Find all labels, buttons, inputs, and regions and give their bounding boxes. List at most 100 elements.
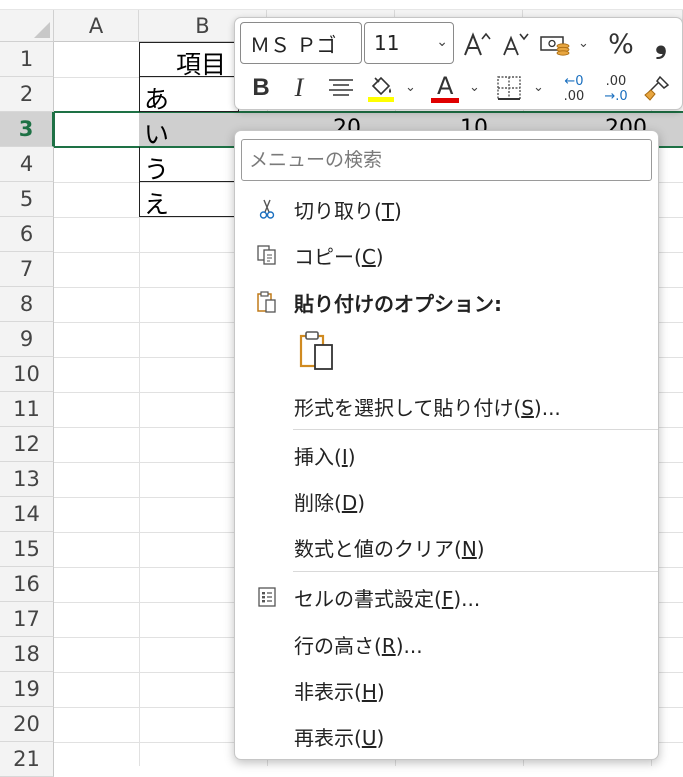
menu-item-insert-label: 挿入(I)	[294, 444, 356, 469]
row-header-label: 7	[19, 257, 34, 281]
accounting-format-button[interactable]	[537, 26, 573, 62]
increase-decimal-button[interactable]: ←0 .00	[555, 70, 593, 108]
row-header[interactable]: 18	[0, 637, 54, 672]
row-header-label: 15	[13, 537, 40, 561]
fill-color-button[interactable]	[363, 70, 399, 106]
row-header[interactable]: 10	[0, 357, 54, 392]
row-header-label: 16	[13, 572, 40, 596]
row-header[interactable]: 15	[0, 532, 54, 567]
chevron-down-icon[interactable]: ⌄	[469, 80, 480, 95]
font-name-combo[interactable]: ＭＳ Ｐゴ	[240, 22, 362, 64]
row-header[interactable]: 13	[0, 462, 54, 497]
row-header-label: 20	[13, 712, 40, 736]
font-size-combo[interactable]: 11 ⌄	[364, 22, 454, 64]
row-header[interactable]: 4	[0, 147, 54, 182]
menu-item-copy[interactable]: コピー(C)	[235, 233, 658, 277]
borders-button[interactable]	[491, 70, 527, 106]
menu-separator	[293, 429, 658, 430]
chevron-down-icon[interactable]: ⌄	[578, 36, 589, 51]
row-header[interactable]: 17	[0, 602, 54, 637]
font-name-value: ＭＳ Ｐゴ	[250, 32, 337, 57]
context-menu: 切り取り(T) コピー(C) 貼り付けのオプション: 形式を選択して貼り付け(S…	[234, 130, 659, 760]
increase-font-size-icon	[464, 32, 491, 56]
clipboard-icon	[299, 331, 333, 370]
menu-item-clear-contents[interactable]: 数式と値のクリア(N)	[235, 525, 658, 569]
row-header-label: 14	[13, 502, 40, 526]
italic-button[interactable]: I	[283, 70, 315, 106]
menu-item-cut[interactable]: 切り取り(T)	[235, 187, 658, 231]
row-header[interactable]: 14	[0, 497, 54, 532]
row-header[interactable]: 19	[0, 672, 54, 707]
font-size-value: 11	[374, 31, 400, 55]
font-color-button[interactable]: A	[427, 70, 463, 106]
center-align-icon	[329, 79, 353, 96]
cell-b1-value: 項目	[176, 50, 227, 79]
comma-style-icon: ❟	[655, 24, 667, 60]
decrease-font-size-icon	[503, 33, 529, 56]
paste-option-button[interactable]	[297, 329, 339, 375]
chevron-down-icon[interactable]: ⌄	[533, 80, 544, 95]
menu-item-delete[interactable]: 削除(D)	[235, 479, 658, 523]
row-header-label: 17	[13, 607, 40, 631]
decrease-font-size-button[interactable]	[499, 26, 531, 62]
row-header-label: 18	[13, 642, 40, 666]
menu-item-row-height[interactable]: 行の高さ(R)...	[235, 622, 658, 666]
menu-item-format-cells[interactable]: セルの書式設定(F)...	[235, 575, 658, 619]
row-header-label: 12	[13, 432, 40, 456]
row-header-label: 10	[13, 362, 40, 386]
column-header-a[interactable]: A	[54, 10, 139, 42]
row-header-label: 21	[13, 747, 40, 771]
menu-item-copy-label: コピー(C)	[294, 244, 384, 269]
menu-item-hide-label: 非表示(H)	[294, 679, 385, 704]
row-header[interactable]: 2	[0, 77, 54, 112]
row-header[interactable]: 12	[0, 427, 54, 462]
row-header-label: 4	[19, 152, 34, 176]
cell-b2-value: あ	[144, 85, 170, 114]
chevron-down-icon: ⌄	[436, 34, 448, 50]
row-header[interactable]: 9	[0, 322, 54, 357]
bold-button[interactable]: B	[245, 70, 277, 106]
menu-item-format-cells-label: セルの書式設定(F)...	[294, 586, 481, 611]
center-align-button[interactable]	[323, 70, 359, 106]
font-color-icon: A	[430, 72, 460, 104]
font-color-letter: A	[437, 72, 454, 100]
paste-icon	[257, 291, 276, 313]
row-header[interactable]: 1	[0, 42, 54, 77]
row-header[interactable]: 5	[0, 182, 54, 217]
row-header-label: 6	[19, 222, 34, 246]
menu-search-input[interactable]	[241, 139, 652, 181]
menu-item-delete-label: 削除(D)	[294, 490, 366, 515]
increase-font-size-button[interactable]	[461, 26, 493, 62]
menu-item-hide[interactable]: 非表示(H)	[235, 668, 658, 712]
chevron-down-icon[interactable]: ⌄	[405, 80, 416, 95]
percent-style-button[interactable]: %	[603, 26, 639, 62]
format-painter-button[interactable]	[639, 70, 675, 106]
decrease-decimal-icon: .00	[605, 74, 627, 89]
menu-item-clear-contents-label: 数式と値のクリア(N)	[294, 536, 485, 561]
row-header-label: 13	[13, 467, 40, 491]
row-header-selected[interactable]: 3	[0, 112, 54, 147]
menu-item-row-height-label: 行の高さ(R)...	[294, 633, 423, 658]
scissors-icon	[259, 199, 275, 219]
row-header[interactable]: 20	[0, 707, 54, 742]
copy-icon	[257, 245, 276, 265]
menu-item-paste-special[interactable]: 形式を選択して貼り付け(S)...	[235, 384, 658, 428]
select-all-button[interactable]	[0, 10, 54, 42]
cell-b3-value: い	[144, 120, 170, 149]
column-header-b-label: B	[195, 13, 210, 38]
percent-style-icon: %	[608, 28, 634, 60]
menu-item-insert[interactable]: 挿入(I)	[235, 433, 658, 477]
comma-style-button[interactable]: ❟	[645, 22, 677, 62]
fill-color-icon	[368, 76, 394, 102]
row-header[interactable]: 6	[0, 217, 54, 252]
row-header[interactable]: 21	[0, 742, 54, 777]
row-header[interactable]: 7	[0, 252, 54, 287]
row-header[interactable]: 11	[0, 392, 54, 427]
menu-item-unhide[interactable]: 再表示(U)	[235, 714, 658, 758]
menu-item-paste-options-label: 貼り付けのオプション:	[294, 291, 502, 316]
decrease-decimal-button[interactable]: .00 →.0	[597, 70, 635, 108]
decrease-decimal-label: →.0	[604, 89, 628, 104]
row-header[interactable]: 8	[0, 287, 54, 322]
format-painter-icon	[644, 75, 670, 101]
row-header[interactable]: 16	[0, 567, 54, 602]
